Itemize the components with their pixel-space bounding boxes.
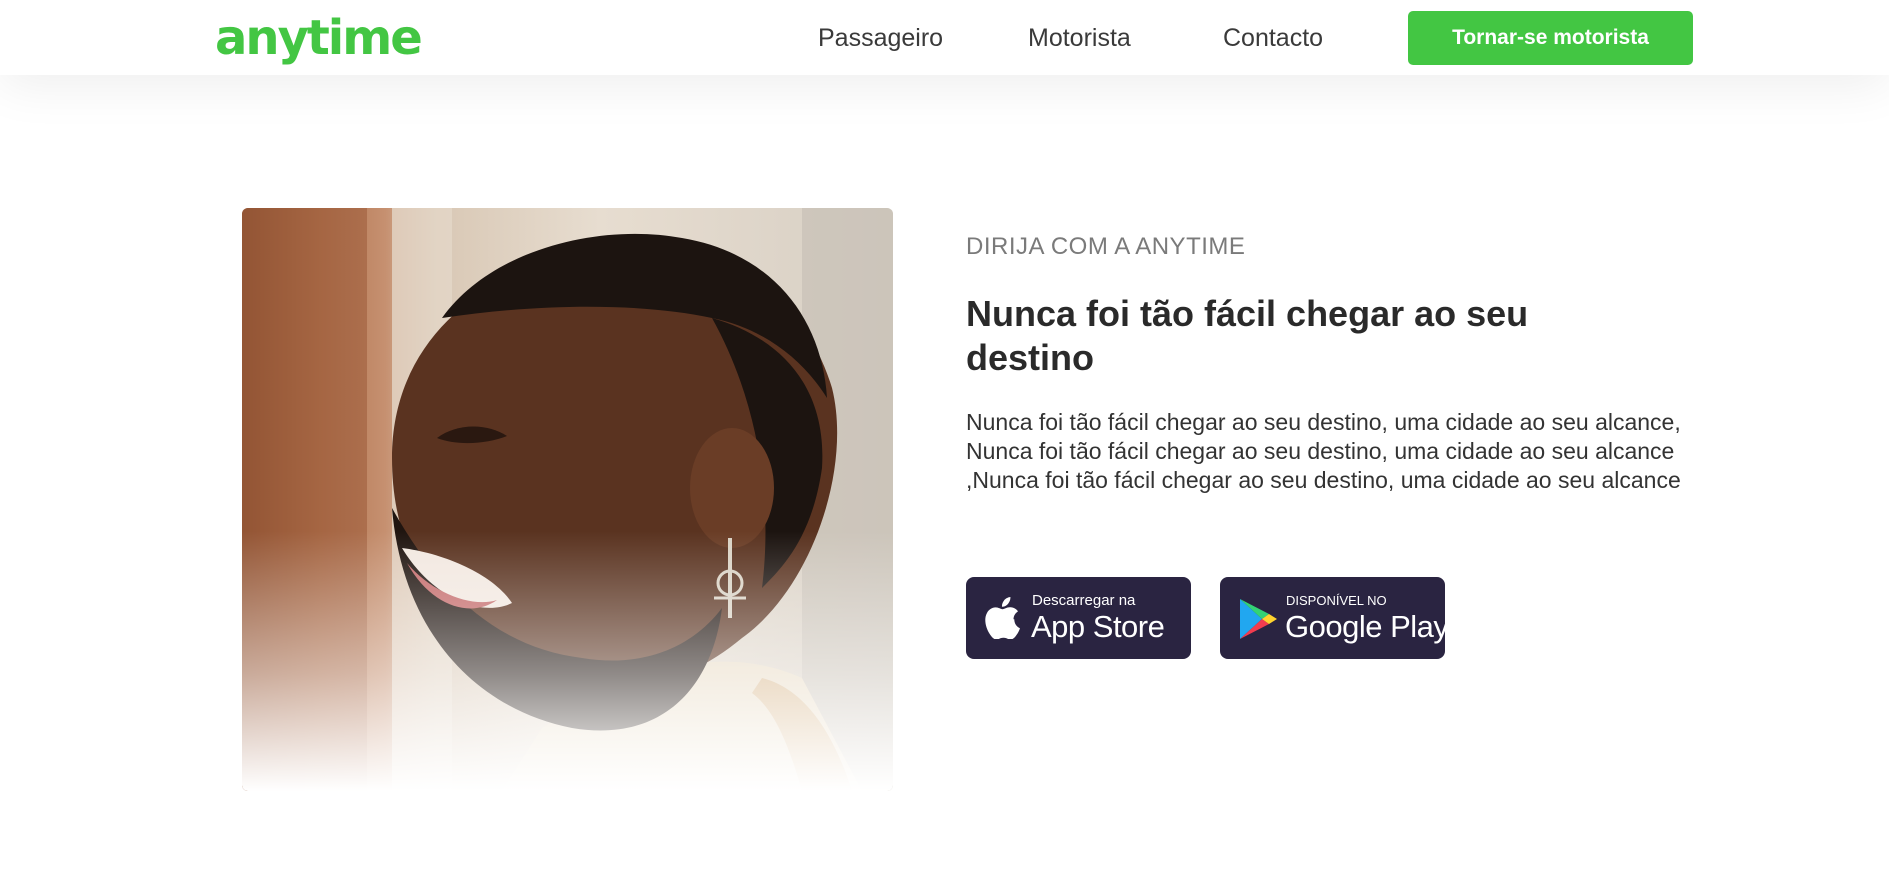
app-store-button[interactable]: Descarregar na App Store	[966, 577, 1191, 659]
nav-passageiro[interactable]: Passageiro	[818, 20, 943, 56]
nav-motorista[interactable]: Motorista	[1028, 20, 1131, 56]
hero-photo	[242, 208, 893, 791]
become-driver-button[interactable]: Tornar-se motorista	[1408, 11, 1693, 65]
page-title: Nunca foi tão fácil chegar ao seu destin…	[966, 293, 1529, 378]
google-play-button[interactable]: DISPONÍVEL NO Google Play	[1220, 577, 1449, 659]
nav-contacto[interactable]: Contacto	[1223, 20, 1323, 56]
google-play-big-label: Google Play	[1285, 609, 1449, 644]
app-store-big-label: App Store	[1031, 609, 1165, 644]
section-eyebrow: DIRIJA COM A ANYTIME	[966, 233, 1246, 260]
hero-description: Nunca foi tão fácil chegar ao seu destin…	[966, 409, 1681, 493]
anytime-logo[interactable]: anytime	[215, 8, 423, 68]
apple-icon	[985, 597, 1020, 639]
site-header: anytime Passageiro Motorista Contacto To…	[0, 0, 1889, 75]
google-play-icon	[1240, 599, 1277, 639]
photo-fade-overlay	[242, 531, 893, 791]
